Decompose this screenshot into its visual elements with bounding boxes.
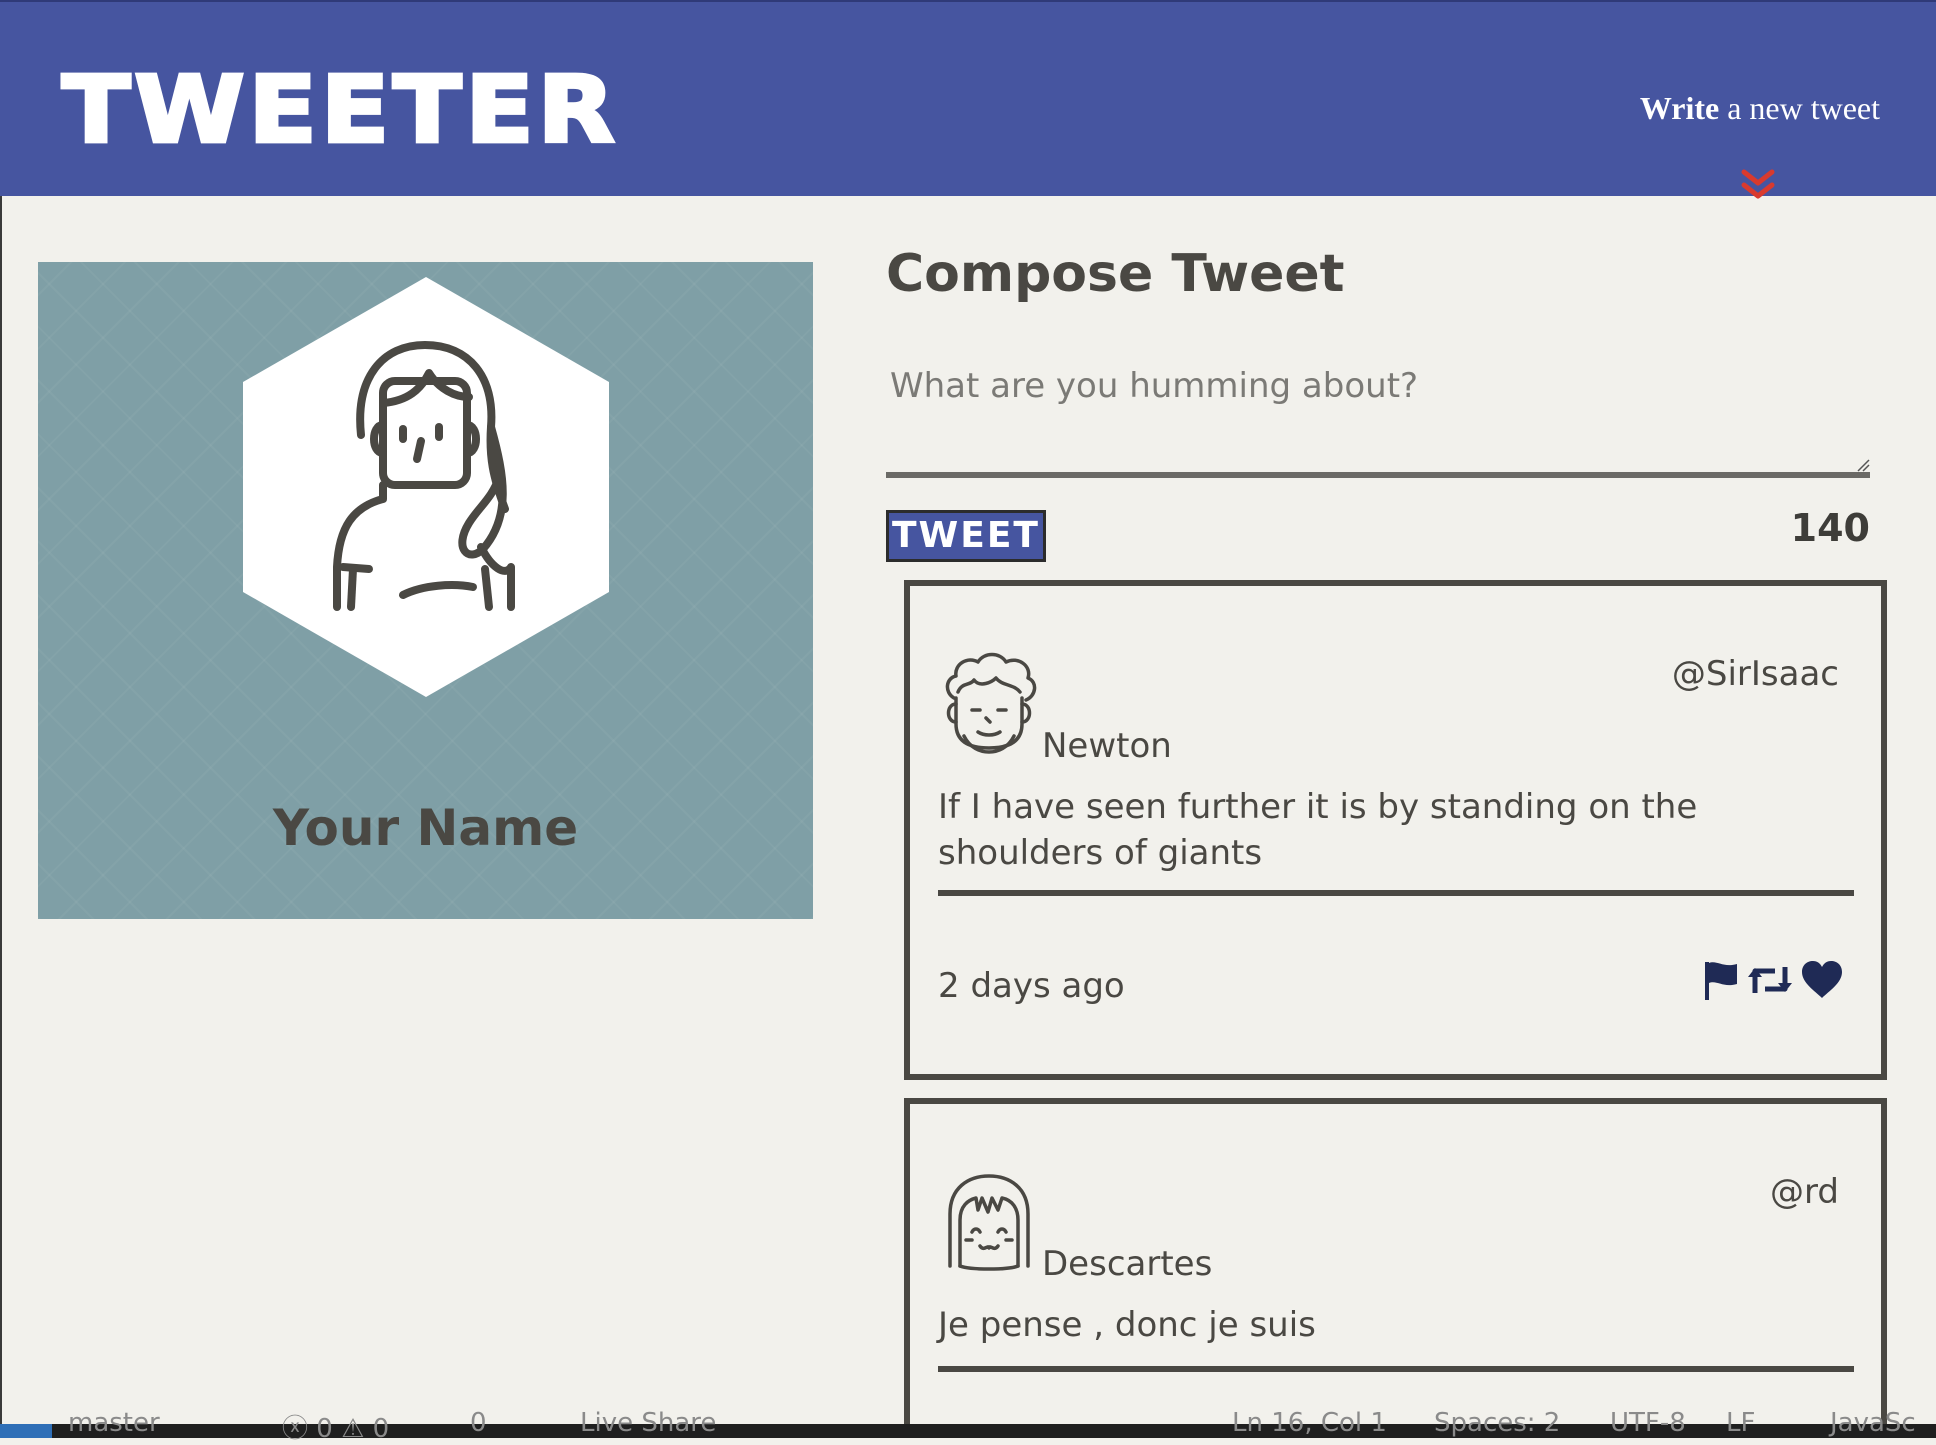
profile-card: Your Name [38, 262, 813, 919]
tweet-divider [938, 890, 1854, 896]
write-new-tweet-link[interactable]: Write a new tweet [1640, 90, 1880, 127]
status-language[interactable]: JavaSc [1830, 1408, 1916, 1438]
retweet-icon[interactable] [1747, 963, 1793, 997]
woman-avatar-icon [243, 277, 609, 697]
profile-name: Your Name [272, 799, 579, 857]
tweet-card: Descartes @rd Je pense , donc je suis [904, 1098, 1887, 1438]
tweet-submit-button[interactable]: TWEET [886, 510, 1046, 562]
status-encoding[interactable]: UTF-8 [1610, 1408, 1686, 1438]
tweet-card: Newton @SirIsaac If I have seen further … [904, 580, 1887, 1080]
tweet-content: Je pense , donc je suis [938, 1305, 1316, 1345]
status-branch[interactable]: master [68, 1408, 160, 1438]
character-counter: 140 [1790, 506, 1870, 550]
status-problems[interactable]: ⓧ 0 ⚠ 0 [282, 1408, 389, 1445]
tweet-author: Newton [1042, 726, 1172, 766]
remote-indicator[interactable] [0, 1424, 52, 1438]
resize-grip-icon[interactable] [1856, 458, 1870, 472]
tweet-handle: @SirIsaac [1671, 654, 1839, 694]
compose-title: Compose Tweet [886, 244, 1345, 304]
top-nav: TWEETER Write a new tweet [0, 0, 1936, 199]
status-spaces[interactable]: Spaces: 2 [1434, 1408, 1560, 1438]
compose-toggle-bold: Write [1639, 90, 1720, 126]
tweet-timestamp: 2 days ago [938, 966, 1125, 1006]
status-ports[interactable]: 0 [470, 1408, 487, 1438]
double-chevron-down-icon[interactable] [1740, 168, 1776, 202]
editor-status-bar: master ⓧ 0 ⚠ 0 0 Live Share Ln 16, Col 1… [0, 1408, 1936, 1444]
tweet-content: If I have seen further it is by standing… [938, 787, 1698, 873]
status-live-share[interactable]: Live Share [580, 1408, 716, 1438]
status-cursor-position[interactable]: Ln 16, Col 1 [1232, 1408, 1387, 1438]
brand-logo: TWEETER [60, 55, 619, 164]
tweet-text-input[interactable] [886, 358, 1870, 478]
curly-hair-man-avatar-icon [945, 652, 1037, 754]
heart-icon[interactable] [1801, 961, 1843, 999]
tweet-divider [938, 1366, 1854, 1372]
tweet-handle: @rd [1770, 1172, 1839, 1212]
status-eol[interactable]: LF [1726, 1408, 1755, 1438]
tweet-actions [1703, 960, 1843, 1000]
flag-icon[interactable] [1703, 960, 1739, 1000]
bob-hair-avatar-icon [948, 1174, 1030, 1271]
tweet-author: Descartes [1042, 1244, 1213, 1284]
compose-toggle-rest: a new tweet [1719, 90, 1880, 126]
